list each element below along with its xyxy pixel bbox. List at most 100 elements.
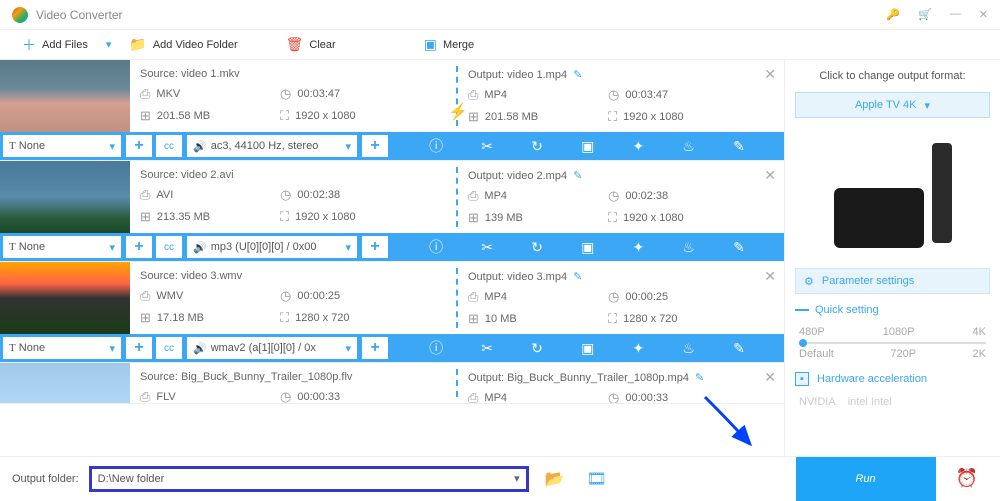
add-audio-button[interactable]: + (362, 135, 388, 157)
edit-icon[interactable]: ✎ (573, 169, 582, 182)
output-format-select[interactable]: Apple TV 4K▾ (795, 92, 990, 118)
chevron-down-icon: ▾ (925, 99, 931, 112)
run-button[interactable]: Run (796, 457, 936, 501)
watermark-icon[interactable]: ♨ (682, 239, 695, 256)
edit-icon[interactable]: ✎ (695, 371, 704, 384)
remove-item-button[interactable]: ✕ (764, 369, 776, 386)
source-format: AVI (156, 189, 173, 201)
effect-icon[interactable]: ✦ (632, 340, 644, 357)
format-icon: ⎙ (468, 188, 478, 204)
edit-tool-icon[interactable]: ✎ (733, 239, 745, 256)
trim-icon[interactable]: ✂ (481, 239, 493, 256)
quick-setting-label: Quick setting (795, 304, 990, 316)
item-toolbar: T None▾ + cc 🔊mp3 (U[0][0][0] / 0x00▾ + … (0, 233, 784, 261)
subtitle-select[interactable]: T None▾ (3, 236, 121, 258)
add-subtitle-button[interactable]: + (126, 337, 152, 359)
cc-button[interactable]: cc (156, 135, 182, 157)
add-subtitle-button[interactable]: + (126, 135, 152, 157)
list-item: Source: video 2.avi ⎙AVI ◷00:02:38 ⊞213.… (0, 161, 784, 262)
video-thumbnail[interactable] (0, 60, 130, 132)
audio-track-select[interactable]: 🔊ac3, 44100 Hz, stereo▾ (187, 135, 357, 157)
info-icon[interactable]: ⓘ (429, 237, 443, 257)
watermark-icon[interactable]: ♨ (682, 138, 695, 155)
add-audio-button[interactable]: + (362, 236, 388, 258)
parameter-settings-button[interactable]: ⚙Parameter settings (795, 268, 990, 294)
source-label: Source: video 1.mkv (140, 68, 446, 80)
subtitle-select[interactable]: T None▾ (3, 337, 121, 359)
source-label: Source: video 2.avi (140, 169, 446, 181)
item-toolbar: T None▾ + cc 🔊ac3, 44100 Hz, stereo▾ + ⓘ… (0, 132, 784, 160)
sidebar: Click to change output format: Apple TV … (784, 60, 1000, 456)
crop-icon[interactable]: ▣ (581, 239, 594, 256)
crop-icon[interactable]: ▣ (581, 340, 594, 357)
trim-icon[interactable]: ✂ (481, 340, 493, 357)
audio-track-select[interactable]: 🔊mp3 (U[0][0][0] / 0x00▾ (187, 236, 357, 258)
cc-button[interactable]: cc (156, 236, 182, 258)
format-icon: ⎙ (468, 390, 478, 403)
add-subtitle-button[interactable]: + (126, 236, 152, 258)
crop-icon[interactable]: ▣ (581, 138, 594, 155)
video-thumbnail[interactable] (0, 262, 130, 334)
cart-icon[interactable]: 🛒 (918, 8, 932, 21)
subtitle-select[interactable]: T None▾ (3, 135, 121, 157)
minimize-button[interactable]: — (950, 8, 961, 21)
video-thumbnail[interactable] (0, 363, 130, 403)
edit-icon[interactable]: ✎ (573, 68, 582, 81)
add-audio-button[interactable]: + (362, 337, 388, 359)
plus-icon: ＋ (22, 35, 36, 55)
size-icon: ⊞ (140, 310, 151, 326)
output-format: MP4 (484, 89, 507, 101)
merge-icon: ▣ (424, 36, 437, 53)
resolution-slider[interactable]: 480P1080P4K Default720P2K (795, 326, 990, 362)
close-button[interactable]: ✕ (979, 8, 988, 21)
remove-item-button[interactable]: ✕ (764, 268, 776, 285)
open-folder-button[interactable]: 📂 (539, 469, 571, 489)
rotate-icon[interactable]: ↻ (531, 138, 543, 155)
size-icon: ⊞ (140, 209, 151, 225)
dropdown-icon[interactable]: ▾ (102, 38, 116, 51)
speaker-icon: 🔊 (193, 241, 207, 254)
key-icon[interactable]: 🔑 (886, 8, 900, 21)
clock-icon: ◷ (280, 86, 291, 102)
clear-button[interactable]: 🗑Clear (276, 32, 346, 57)
appletv-box-icon (834, 188, 924, 248)
format-icon: ⎙ (140, 86, 150, 102)
effect-icon[interactable]: ✦ (632, 239, 644, 256)
trash-icon: 🗑 (286, 36, 304, 53)
output-size: 139 MB (485, 212, 523, 224)
edit-tool-icon[interactable]: ✎ (733, 138, 745, 155)
add-files-button[interactable]: ＋Add Files (12, 31, 98, 59)
resolution-icon: ⛶ (608, 311, 617, 327)
hw-vendors: NVIDIAintel Intel (795, 396, 990, 408)
merge-button[interactable]: ▣Merge (414, 32, 484, 57)
clock-icon: ◷ (280, 288, 291, 304)
hw-accel-toggle[interactable]: ▪Hardware acceleration (795, 372, 990, 386)
info-icon[interactable]: ⓘ (429, 136, 443, 156)
audio-track-select[interactable]: 🔊wmav2 (a[1][0][0] / 0x▾ (187, 337, 357, 359)
output-duration: 00:00:33 (625, 392, 668, 403)
remove-item-button[interactable]: ✕ (764, 66, 776, 83)
cc-button[interactable]: cc (156, 337, 182, 359)
rotate-icon[interactable]: ↻ (531, 239, 543, 256)
size-icon: ⊞ (140, 108, 151, 124)
video-folder-button[interactable]: 🎞 (581, 469, 613, 489)
clock-icon: ◷ (608, 289, 619, 305)
source-size: 17.18 MB (157, 312, 204, 324)
edit-icon[interactable]: ✎ (573, 270, 582, 283)
add-folder-button[interactable]: 📁Add Video Folder (119, 32, 247, 57)
output-size: 10 MB (485, 313, 517, 325)
video-thumbnail[interactable] (0, 161, 130, 233)
remove-item-button[interactable]: ✕ (764, 167, 776, 184)
alarm-icon[interactable]: ⏰ (946, 468, 988, 489)
watermark-icon[interactable]: ♨ (682, 340, 695, 357)
slider-handle[interactable] (799, 339, 807, 347)
effect-icon[interactable]: ✦ (632, 138, 644, 155)
trim-icon[interactable]: ✂ (481, 138, 493, 155)
edit-tool-icon[interactable]: ✎ (733, 340, 745, 357)
format-icon: ⎙ (468, 87, 478, 103)
info-icon[interactable]: ⓘ (429, 338, 443, 358)
rotate-icon[interactable]: ↻ (531, 340, 543, 357)
output-folder-input[interactable]: D:\New folder▾ (89, 466, 529, 492)
clock-icon: ◷ (280, 187, 291, 203)
output-info: ✕ Output: Big_Buck_Bunny_Trailer_1080p.m… (458, 363, 784, 403)
